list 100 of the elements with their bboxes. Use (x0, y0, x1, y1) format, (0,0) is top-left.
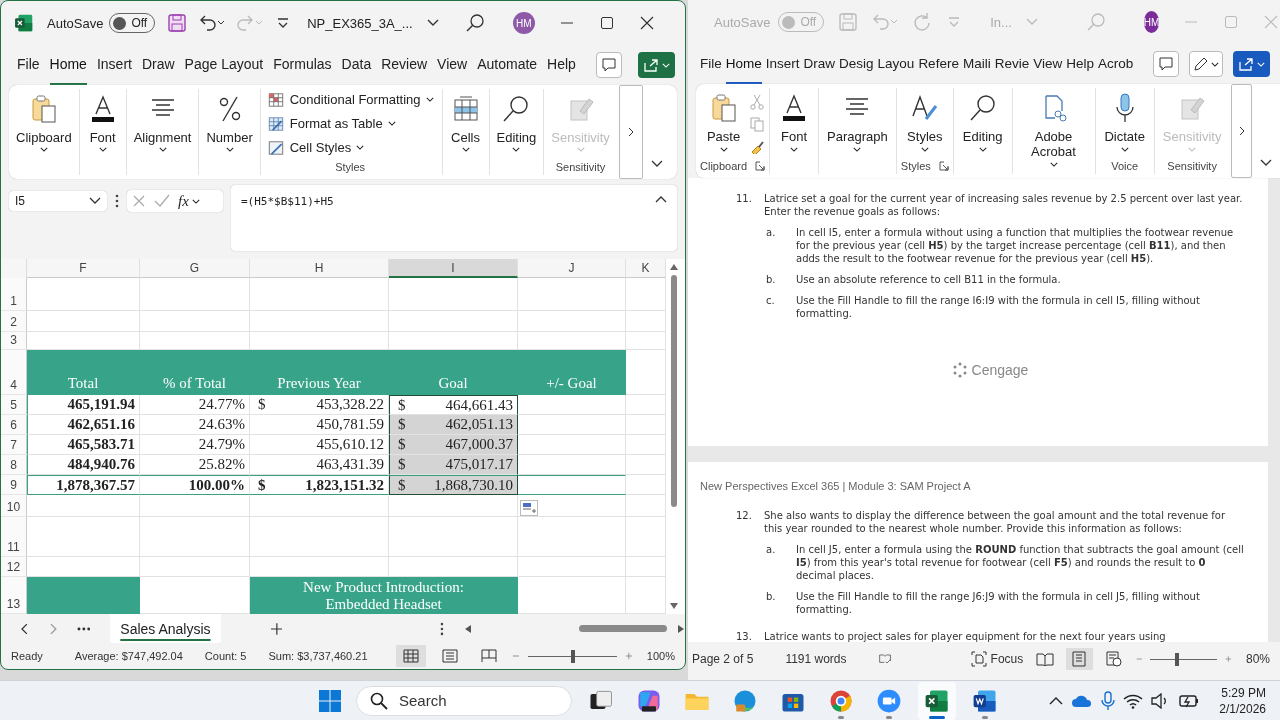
group-label: Styles (335, 161, 366, 173)
clock-time[interactable]: 5:29 PM (1221, 684, 1266, 701)
user-avatar[interactable]: HM (1143, 11, 1160, 33)
ribbon-button[interactable]: Adobe Acrobat (1016, 92, 1091, 167)
ribbon-button[interactable]: Editing (492, 93, 541, 152)
word-count[interactable]: 1191 words (785, 652, 847, 666)
name-box[interactable]: I5 (9, 191, 107, 211)
menu-tab[interactable]: Layou (877, 44, 915, 84)
ribbon-button[interactable]: Paragraph (823, 92, 892, 152)
menu-tab[interactable]: View (1033, 44, 1063, 84)
insert-function-button[interactable]: fx (178, 192, 200, 210)
table-cell: 465,191.94 (27, 395, 140, 415)
table-cell[interactable]: $ 464,661.43 (389, 395, 518, 415)
list-number: 11. (736, 192, 753, 206)
row-number[interactable]: 11 (1, 517, 27, 557)
ribbon-button[interactable]: Paste (700, 92, 748, 152)
instruction-text: Latrice wants to project sales for player equipment for the next four years using (764, 630, 1167, 642)
ribbon-button[interactable]: Font (774, 92, 815, 152)
group-label: Styles (900, 160, 931, 172)
row-number[interactable]: 6 (1, 415, 27, 435)
row-number[interactable]: 5 (1, 395, 27, 415)
autosave-label: AutoSave (47, 15, 104, 31)
table-cell[interactable]: $ 467,000.37 (389, 435, 518, 455)
group-label: Sensitivity (555, 161, 606, 173)
list-number: 13. (736, 630, 753, 642)
menu-tab[interactable]: Review (381, 45, 428, 85)
menu-tab[interactable]: Insert (96, 45, 132, 85)
table-cell: 25.82% (140, 455, 250, 475)
zoom-level[interactable]: 80% (1245, 652, 1270, 666)
list-letter: b. (765, 273, 777, 287)
column-header[interactable]: I (389, 259, 518, 278)
menu-tab[interactable]: Acrob (1098, 44, 1134, 84)
row-number[interactable]: 1 (1, 278, 27, 311)
instruction-text: In cell J5, enter a formula using the ROUND function that subtracts the goal amount (cell I5) from this year's total revenue for footwear (cell F5) and rounds the result to 0 decimal places. (796, 543, 1244, 582)
menu-tab[interactable]: Desig (839, 44, 874, 84)
menu-tab[interactable]: Help (547, 45, 576, 85)
instruction-text: Use an absolute reference to cell B11 in the formula. (796, 273, 1061, 286)
ribbon-menu-button[interactable]: Cell Styles (266, 137, 365, 158)
menu-tab[interactable]: Revie (994, 44, 1030, 84)
ribbon-menu-button[interactable]: Format as Table (266, 113, 396, 134)
ribbon-button[interactable]: Editing (957, 92, 1008, 152)
menu-tab[interactable]: View (437, 45, 468, 85)
table-cell: 100.00% (140, 475, 250, 495)
instruction-text: Latrice set a goal for the current year of increasing sales revenue by 2.5 percent over last year. Enter the revenue goals as follows: (764, 192, 1244, 218)
clock-date[interactable]: 2/1/2026 (1219, 700, 1266, 717)
formula-field[interactable]: =(H5*$B$11)+H5 (231, 185, 677, 251)
user-avatar[interactable]: HM (512, 12, 535, 34)
menu-tab[interactable]: File (700, 44, 722, 84)
column-header[interactable]: F (27, 259, 140, 278)
search-field[interactable]: Search (356, 685, 572, 716)
ribbon-button[interactable]: Font (82, 93, 123, 152)
ribbon-button[interactable]: Styles (900, 92, 949, 152)
menu-tab[interactable]: Formulas (273, 45, 332, 85)
list-letter: a. (765, 543, 777, 557)
list-letter: c. (765, 294, 776, 308)
section-banner: New Product Introduction: Embedded Headset (250, 577, 518, 614)
column-heading: +/- Goal (518, 350, 626, 395)
ribbon-menu-button[interactable]: Conditional Formatting (266, 89, 434, 110)
menu-tab[interactable]: Data (341, 45, 372, 85)
table-cell: $ 453,328.22 (250, 395, 389, 415)
row-number[interactable]: 4 (1, 350, 27, 395)
menu-tab[interactable]: Automate (477, 45, 538, 85)
status-mode: Ready (11, 650, 43, 662)
row-number[interactable]: 9 (1, 475, 27, 495)
ribbon-button[interactable]: Dictate (1099, 92, 1150, 152)
autosave-label: AutoSave (714, 14, 771, 30)
row-number[interactable]: 13 (1, 577, 27, 614)
table-cell[interactable]: $ 475,017.17 (389, 455, 518, 475)
row-number[interactable]: 3 (1, 332, 27, 350)
menu-tab[interactable]: Refere (918, 44, 959, 84)
column-header[interactable]: J (518, 259, 626, 278)
row-number[interactable]: 10 (1, 495, 27, 517)
row-number[interactable]: 2 (1, 311, 27, 332)
table-cell: 24.77% (140, 395, 250, 415)
ribbon-button[interactable]: Clipboard (12, 93, 76, 152)
menu-tab[interactable]: Maili (962, 44, 991, 84)
row-number[interactable]: 12 (1, 557, 27, 577)
table-cell[interactable]: $ 1,868,730.10 (389, 475, 518, 495)
page-count[interactable]: Page 2 of 5 (692, 652, 754, 666)
ribbon-button[interactable]: Alignment (129, 93, 196, 152)
menu-tab[interactable]: Draw (803, 44, 836, 84)
focus-button[interactable]: Focus (970, 651, 1024, 667)
menu-tab[interactable]: Page Layout (184, 45, 264, 85)
menu-tab[interactable]: Insert (765, 44, 800, 84)
sheet-tab[interactable]: Sales Analysis (110, 614, 221, 643)
menu-tab[interactable]: Help (1066, 44, 1094, 84)
page-header: New Perspectives Excel 365 | Module 3: SAM Project A (700, 480, 972, 493)
row-number[interactable]: 8 (1, 455, 27, 475)
table-cell[interactable]: $ 462,051.13 (389, 415, 518, 435)
zoom-level[interactable]: 100% (646, 650, 675, 662)
ribbon-button[interactable]: Number (202, 93, 257, 152)
ribbon-button[interactable]: Cells (445, 93, 486, 152)
row-number[interactable]: 7 (1, 435, 27, 455)
instruction-text: Use the Fill Handle to fill the range I6:I9 with the formula in cell I5, filling without formatting. (796, 294, 1201, 320)
column-heading: Previous Year (250, 350, 389, 395)
menu-tab[interactable]: File (17, 45, 40, 85)
column-header[interactable]: G (140, 259, 250, 278)
file-name-dropdown[interactable]: NP_EX365_3A_... (307, 15, 439, 31)
group-label: Clipboard (700, 160, 748, 172)
menu-tab[interactable]: Draw (141, 45, 175, 85)
